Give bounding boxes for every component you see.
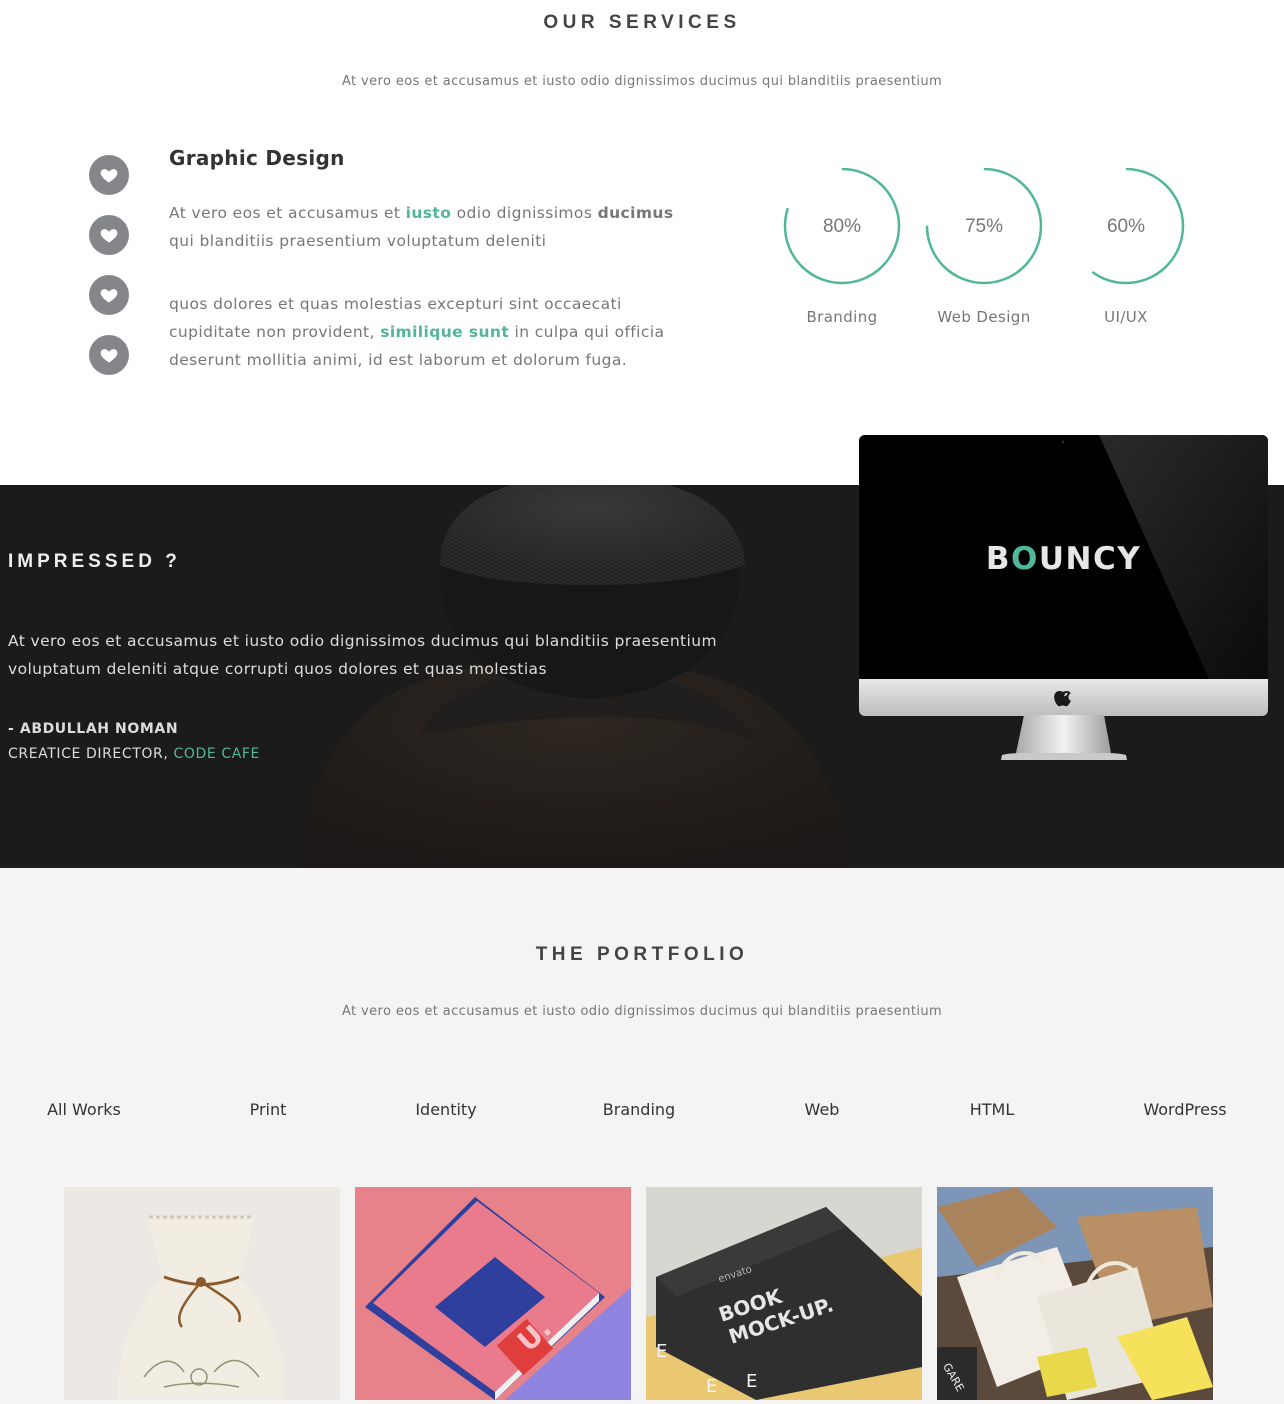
- service-tab-1[interactable]: [89, 155, 129, 195]
- filter-html[interactable]: HTML: [970, 1100, 1015, 1119]
- portfolio-grid: U. BOOK MOCK-UP. envato E E E GARE: [64, 1187, 1213, 1400]
- portfolio-item-packaging[interactable]: GARE: [937, 1187, 1213, 1400]
- portfolio-item-book-mockup[interactable]: BOOK MOCK-UP. envato E E E: [646, 1187, 922, 1400]
- service-paragraph-1: At vero eos et accusamus et iusto odio d…: [169, 199, 689, 255]
- imac-chin: [859, 679, 1268, 716]
- book-image: U.: [355, 1187, 631, 1400]
- testimonial-role: CREATICE DIRECTOR, CODE CAFE: [8, 746, 260, 762]
- heart-icon: [100, 289, 118, 303]
- text-span: At vero eos et accusamus et: [169, 204, 406, 222]
- service-icon-list: [89, 155, 129, 395]
- heart-icon: [100, 169, 118, 183]
- portfolio-item-book[interactable]: U.: [355, 1187, 631, 1400]
- filter-web[interactable]: Web: [805, 1100, 840, 1119]
- logo-text: B: [985, 541, 1011, 577]
- heart-icon: [100, 229, 118, 243]
- svg-text:E: E: [746, 1371, 757, 1392]
- highlight-text: similique sunt: [380, 323, 510, 341]
- skill-label: Web Design: [937, 308, 1031, 326]
- services-section: OUR SERVICES At vero eos et accusamus et…: [0, 0, 1284, 485]
- services-subtitle: At vero eos et accusamus et iusto odio d…: [341, 74, 943, 89]
- service-tab-4[interactable]: [89, 335, 129, 375]
- skill-ring-branding: 80% Branding: [780, 168, 904, 326]
- svg-text:E: E: [656, 1341, 667, 1362]
- imac-stand: [1001, 715, 1127, 760]
- company-link[interactable]: CODE CAFE: [173, 746, 260, 762]
- testimonial-author: - ABDULLAH NOMAN: [8, 721, 179, 737]
- portfolio-item-bag[interactable]: [64, 1187, 340, 1400]
- filter-all-works[interactable]: All Works: [47, 1100, 121, 1119]
- bouncy-logo: BOUNCY: [859, 541, 1268, 577]
- highlight-text: iusto: [405, 204, 452, 222]
- filter-print[interactable]: Print: [250, 1100, 287, 1119]
- portfolio-title: THE PORTFOLIO: [535, 944, 749, 965]
- service-heading: Graphic Design: [169, 146, 345, 170]
- skill-percent: 75%: [964, 216, 1004, 237]
- role-text: CREATICE DIRECTOR,: [8, 746, 174, 762]
- imac-screen: BOUNCY: [859, 435, 1268, 679]
- service-tab-2[interactable]: [89, 215, 129, 255]
- apple-icon: [1054, 691, 1072, 707]
- heart-icon: [100, 349, 118, 363]
- portfolio-subtitle: At vero eos et accusamus et iusto odio d…: [341, 1004, 943, 1019]
- text-span: odio dignissimos: [451, 204, 598, 222]
- bag-image: [64, 1187, 340, 1400]
- service-tab-3[interactable]: [89, 275, 129, 315]
- service-description: Graphic Design At vero eos et accusamus …: [169, 146, 689, 374]
- service-paragraph-2: quos dolores et quas molestias excepturi…: [169, 290, 689, 374]
- svg-text:E: E: [706, 1376, 717, 1397]
- services-title: OUR SERVICES: [543, 12, 741, 33]
- portfolio-section: THE PORTFOLIO At vero eos et accusamus e…: [0, 868, 1284, 1404]
- dark-book-image: BOOK MOCK-UP. envato E E E: [646, 1187, 922, 1400]
- filter-wordpress[interactable]: WordPress: [1143, 1100, 1226, 1119]
- text-span: qui blanditiis praesentium voluptatum de…: [169, 232, 547, 250]
- filter-identity[interactable]: Identity: [415, 1100, 476, 1119]
- bold-text: ducimus: [597, 204, 674, 222]
- logo-o: O: [1010, 541, 1039, 577]
- skill-ring-ui-ux: 60% UI/UX: [1064, 168, 1188, 326]
- skill-percent: 80%: [822, 216, 862, 237]
- skill-rings: 80% Branding 75% Web Design 60% UI/UX: [780, 168, 1200, 328]
- portfolio-filters: All Works Print Identity Branding Web HT…: [0, 1100, 1284, 1124]
- skill-ring-web-design: 75% Web Design: [922, 168, 1046, 326]
- imac-mockup: BOUNCY: [859, 435, 1268, 765]
- logo-text: UNCY: [1038, 541, 1142, 577]
- skill-label: UI/UX: [1104, 308, 1148, 326]
- skill-label: Branding: [806, 308, 878, 326]
- skill-percent: 60%: [1106, 216, 1146, 237]
- packaging-image: GARE: [937, 1187, 1213, 1400]
- testimonial-title: IMPRESSED ?: [8, 551, 181, 572]
- filter-branding[interactable]: Branding: [603, 1100, 675, 1119]
- testimonial-quote: At vero eos et accusamus et iusto odio d…: [8, 632, 717, 678]
